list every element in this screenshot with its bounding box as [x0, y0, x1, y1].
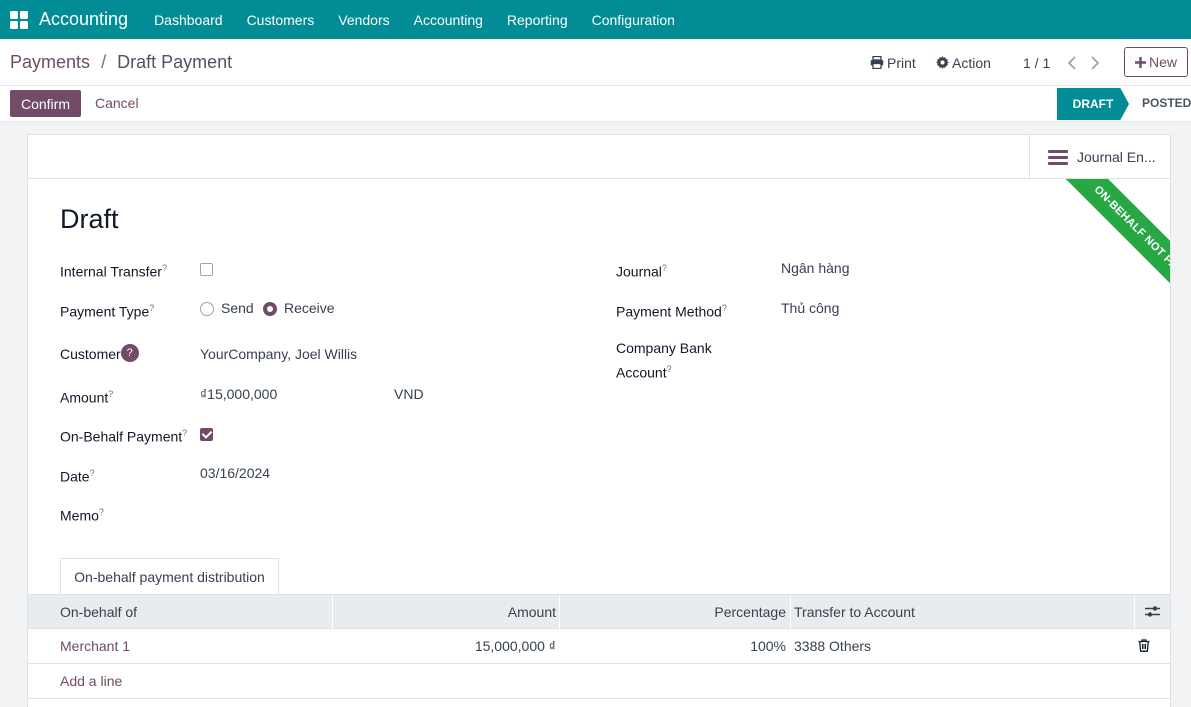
- pager-prev[interactable]: [1067, 39, 1077, 86]
- internal-transfer-checkbox[interactable]: [200, 263, 213, 276]
- cell-amount[interactable]: 15,000,000 ₫: [332, 629, 556, 663]
- customer-label: Customer?: [60, 344, 139, 365]
- payment-type-send-radio[interactable]: [200, 302, 214, 316]
- pager-next[interactable]: [1090, 39, 1100, 86]
- column-settings-icon[interactable]: [1145, 605, 1160, 619]
- breadcrumb-current: Draft Payment: [117, 52, 233, 72]
- col-on-behalf-of[interactable]: On-behalf of: [60, 595, 137, 629]
- col-transfer-to-account[interactable]: Transfer to Account: [794, 595, 915, 629]
- nav-vendors[interactable]: Vendors: [326, 12, 401, 28]
- help-mark[interactable]: ?: [722, 303, 727, 313]
- nav-accounting[interactable]: Accounting: [402, 12, 495, 28]
- tab-on-behalf-distribution[interactable]: On-behalf payment distribution: [60, 558, 279, 595]
- smart-button-bar: Journal En...: [28, 135, 1170, 179]
- gear-icon: [936, 56, 949, 69]
- memo-label: Memo?: [60, 507, 104, 524]
- on-behalf-payment-checkbox[interactable]: [200, 428, 213, 441]
- payment-type-receive-radio[interactable]: [263, 302, 277, 316]
- company-bank-account-label: Company Bank Account?: [616, 340, 712, 381]
- new-button[interactable]: New: [1124, 47, 1188, 77]
- nav-reporting[interactable]: Reporting: [495, 12, 580, 28]
- journal-label: Journal?: [616, 263, 667, 280]
- payment-method-label: Payment Method?: [616, 303, 727, 320]
- cell-on-behalf-of[interactable]: Merchant 1: [60, 629, 130, 663]
- chevron-left-icon: [1067, 55, 1076, 70]
- trash-icon[interactable]: [1138, 639, 1150, 653]
- apps-grid-icon[interactable]: [10, 10, 28, 29]
- status-ribbon: ON-BEHALF NOT PAID: [1032, 179, 1170, 319]
- plus-icon: [1134, 56, 1146, 68]
- nav-dashboard[interactable]: Dashboard: [142, 12, 235, 28]
- control-panel: Payments / Draft Payment Print Action 1 …: [0, 39, 1191, 86]
- date-label: Date?: [60, 468, 95, 485]
- ribbon-text: ON-BEHALF NOT PAID: [1051, 179, 1170, 319]
- print-button[interactable]: Print: [870, 39, 916, 86]
- amount-label: Amount?: [60, 389, 114, 406]
- stage-posted[interactable]: POSTED: [1142, 96, 1191, 110]
- help-mark[interactable]: ?: [667, 364, 672, 374]
- amount-field[interactable]: ₫15,000,000: [200, 384, 277, 405]
- print-label: Print: [887, 54, 916, 71]
- payment-type-label: Payment Type?: [60, 303, 155, 320]
- form-sheet: Journal En... ON-BEHALF NOT PAID Draft I…: [27, 134, 1171, 707]
- journal-entry-label: Journal En...: [1077, 149, 1156, 165]
- cancel-button[interactable]: Cancel: [95, 95, 139, 111]
- payment-type-send-label[interactable]: Send: [221, 298, 254, 319]
- payment-type-receive-label[interactable]: Receive: [284, 298, 335, 319]
- help-mark[interactable]: ?: [99, 507, 104, 517]
- internal-transfer-label: Internal Transfer?: [60, 263, 167, 280]
- help-mark[interactable]: ?: [90, 468, 95, 478]
- add-line-button[interactable]: Add a line: [60, 664, 122, 698]
- column-divider: [1134, 595, 1135, 629]
- cell-percentage[interactable]: 100%: [559, 629, 786, 663]
- memo-field[interactable]: [200, 502, 500, 523]
- table-row[interactable]: Merchant 1 15,000,000 ₫ 100% 3388 Others: [28, 629, 1170, 664]
- breadcrumb-payments[interactable]: Payments: [10, 52, 90, 72]
- help-badge-icon[interactable]: ?: [120, 344, 139, 362]
- action-button[interactable]: Action: [936, 39, 991, 86]
- date-field[interactable]: 03/16/2024: [200, 463, 270, 484]
- status-bar: Confirm Cancel DRAFT POSTED: [0, 86, 1191, 122]
- help-mark[interactable]: ?: [149, 303, 154, 313]
- nav-configuration[interactable]: Configuration: [580, 12, 687, 28]
- cell-transfer-to-account[interactable]: 3388 Others: [794, 629, 871, 663]
- column-divider: [790, 595, 791, 629]
- chevron-right-icon: [1091, 55, 1100, 70]
- pager-value[interactable]: 1 / 1: [1023, 39, 1050, 86]
- breadcrumb-separator: /: [101, 52, 107, 72]
- journal-entry-button[interactable]: Journal En...: [1029, 135, 1170, 179]
- hamburger-list-icon: [1048, 149, 1068, 165]
- printer-icon: [870, 56, 884, 69]
- stage-draft[interactable]: DRAFT: [1057, 88, 1129, 120]
- help-mark[interactable]: ?: [182, 428, 187, 438]
- payment-method-field[interactable]: Thủ công: [781, 298, 839, 319]
- confirm-button[interactable]: Confirm: [10, 90, 81, 117]
- action-label: Action: [952, 54, 991, 71]
- record-title: Draft: [60, 204, 119, 234]
- breadcrumb: Payments / Draft Payment: [10, 52, 232, 73]
- col-percentage[interactable]: Percentage: [559, 595, 786, 629]
- col-amount[interactable]: Amount: [332, 595, 556, 629]
- nav-customers[interactable]: Customers: [235, 12, 327, 28]
- add-line-row: Add a line: [28, 664, 1170, 699]
- company-bank-account-field[interactable]: [781, 338, 1081, 359]
- help-mark[interactable]: ?: [162, 263, 167, 273]
- table-header: On-behalf of Amount Percentage Transfer …: [28, 594, 1170, 629]
- currency-field[interactable]: VND: [394, 384, 424, 405]
- help-mark[interactable]: ?: [108, 389, 113, 399]
- new-label: New: [1148, 54, 1177, 70]
- help-mark[interactable]: ?: [662, 263, 667, 273]
- on-behalf-payment-label: On-Behalf Payment?: [60, 428, 188, 445]
- app-brand[interactable]: Accounting: [39, 9, 128, 30]
- pager-text: 1 / 1: [1023, 54, 1051, 71]
- journal-field[interactable]: Ngân hàng: [781, 258, 850, 279]
- customer-field[interactable]: YourCompany, Joel Willis: [200, 344, 357, 365]
- top-navbar: Accounting Dashboard Customers Vendors A…: [0, 0, 1191, 39]
